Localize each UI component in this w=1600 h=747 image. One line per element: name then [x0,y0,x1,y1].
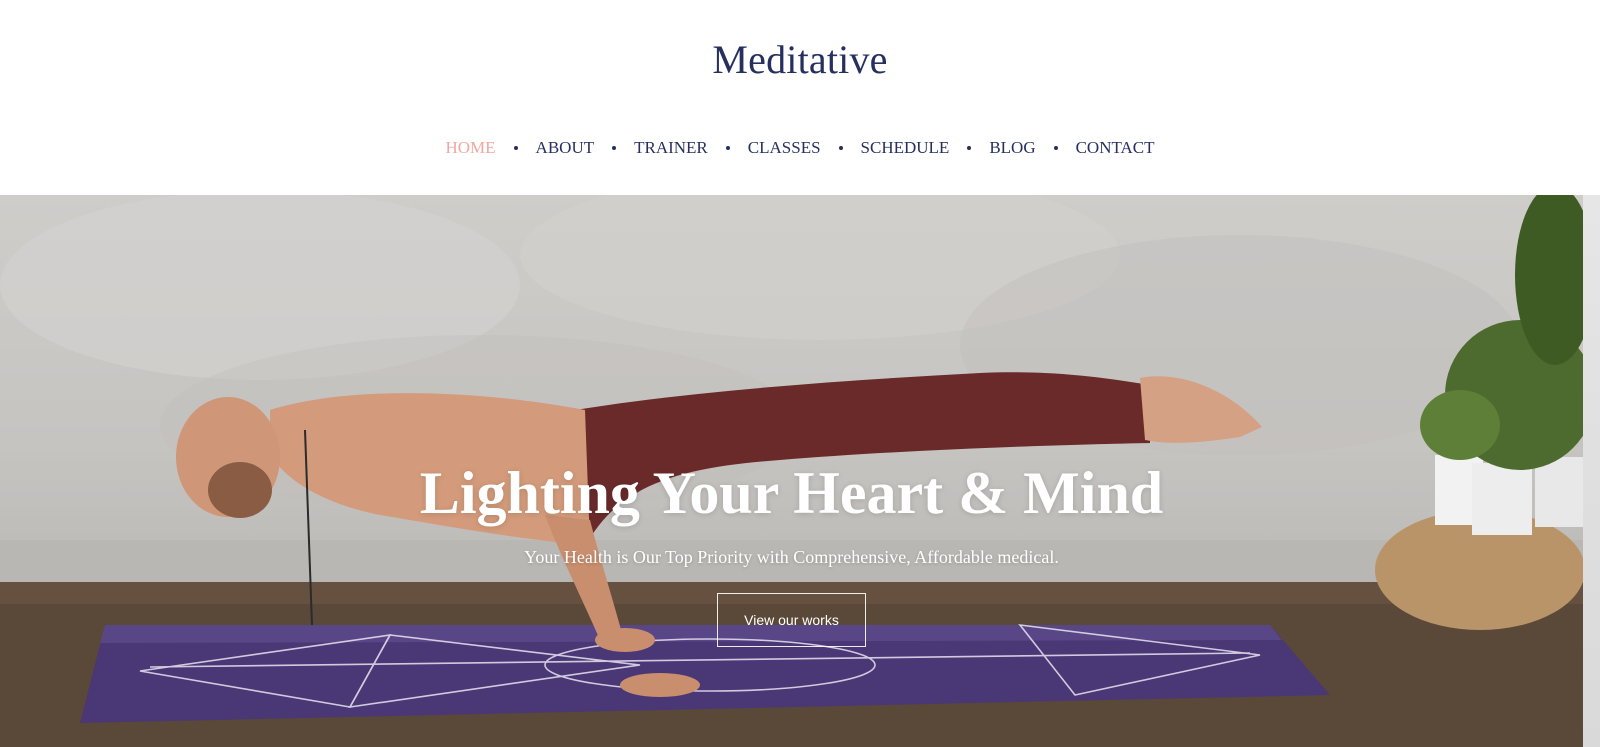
nav-separator-dot [967,146,972,150]
plant-leaves [1420,390,1500,460]
hero-content: Lighting Your Heart & Mind Your Health i… [0,457,1583,647]
page-edge-strip [1583,195,1600,747]
nav-separator-dot [1053,146,1058,150]
hero-banner: Lighting Your Heart & Mind Your Health i… [0,195,1583,747]
hero-subtitle: Your Health is Our Top Priority with Com… [524,547,1059,567]
site-logo[interactable]: Meditative [0,36,1600,83]
nav-separator-dot [838,146,843,150]
nav-item-schedule[interactable]: SCHEDULE [861,136,950,160]
nav-item-trainer[interactable]: TRAINER [634,136,708,160]
nav-item-classes[interactable]: CLASSES [748,136,821,160]
view-our-works-button[interactable]: View our works [717,593,866,647]
nav-item-home[interactable]: HOME [445,136,495,160]
nav-item-blog[interactable]: BLOG [989,136,1035,160]
hero-title: Lighting Your Heart & Mind [419,460,1164,526]
main-nav: HOME ABOUT TRAINER CLASSES SCHEDULE BLOG… [0,136,1600,160]
nav-separator-dot [513,146,518,150]
site-header: Meditative HOME ABOUT TRAINER CLASSES SC… [0,0,1600,195]
nav-item-about[interactable]: ABOUT [536,136,595,160]
nav-item-contact[interactable]: CONTACT [1076,136,1155,160]
hand [620,673,700,697]
nav-separator-dot [725,146,730,150]
nav-separator-dot [612,146,617,150]
